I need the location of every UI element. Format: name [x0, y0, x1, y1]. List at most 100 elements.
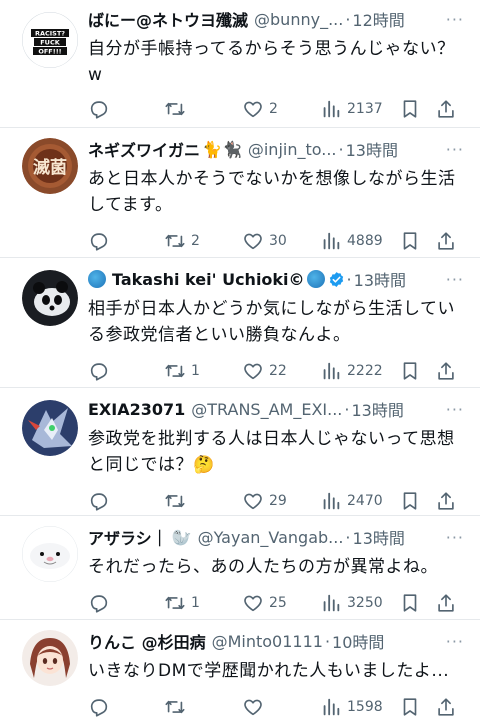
tweet[interactable]: アザラシ｜ 🦭 @Yayan_Vangab... · 13時間 ··· それだっ…: [0, 516, 480, 620]
user-handle[interactable]: @bunny_...: [254, 10, 343, 29]
tweet[interactable]: 滅菌 ネギズワイガニ 🐈🐈‍⬛ @injin_to... · 13時間 ··· …: [0, 128, 480, 258]
bookmark-button[interactable]: [399, 588, 421, 618]
user-handle[interactable]: @Minto01111: [212, 632, 323, 651]
timestamp[interactable]: 13時間: [351, 397, 403, 421]
like-count: 25: [269, 595, 287, 611]
tweet-header: りんこ @杉田病 @Minto01111 · 10時間 ···: [88, 629, 464, 653]
display-name[interactable]: ばにー@ネトウヨ殲滅: [88, 7, 248, 31]
timestamp[interactable]: 12時間: [352, 7, 404, 31]
more-options-icon[interactable]: ···: [440, 632, 464, 651]
bookmark-icon: [403, 594, 417, 612]
user-handle[interactable]: @injin_to...: [248, 140, 337, 159]
like-button[interactable]: 30: [242, 226, 287, 256]
retweet-count: 1: [191, 595, 200, 611]
like-count: 30: [269, 233, 287, 249]
share-button[interactable]: [435, 94, 457, 124]
views-button[interactable]: 3250: [320, 588, 383, 618]
share-icon: [438, 492, 454, 510]
display-name[interactable]: アザラシ｜: [88, 525, 168, 549]
tweet-text: 相手が日本人かどうか気にしながら生活している参政党信者といい勝負なんよ。: [88, 299, 455, 345]
views-icon: [323, 362, 340, 380]
retweet-icon: [165, 700, 185, 714]
bookmark-button[interactable]: [399, 94, 421, 124]
share-button[interactable]: [435, 588, 457, 618]
tweet-text-content: 参政党を批判する人は日本人じゃないって思想と同じでは？: [88, 429, 455, 475]
display-name[interactable]: ネギズワイガニ: [88, 137, 200, 161]
bookmark-button[interactable]: [399, 486, 421, 516]
user-handle[interactable]: @Yayan_Vangab...: [198, 528, 344, 547]
timestamp[interactable]: 13時間: [353, 525, 405, 549]
anime-girl-avatar[interactable]: [22, 630, 78, 686]
like-button[interactable]: 22: [242, 356, 287, 386]
share-icon: [438, 698, 454, 716]
views-button[interactable]: 2470: [320, 486, 383, 516]
reply-button[interactable]: [88, 94, 115, 124]
reply-icon: [90, 595, 108, 613]
tweet-text: それだったら、あの人たちの方が異常よね。: [88, 557, 438, 577]
retweet-icon: [165, 364, 185, 378]
reply-button[interactable]: [88, 692, 115, 722]
views-button[interactable]: 2137: [320, 94, 383, 124]
retweet-button[interactable]: 2: [164, 226, 200, 256]
views-icon: [323, 594, 340, 612]
retweet-icon: [165, 234, 185, 248]
tweet-text: 参政党を批判する人は日本人じゃないって思想と同じでは？🤔: [88, 426, 464, 478]
reply-icon: [90, 493, 108, 511]
tweet[interactable]: EXIA23071 @TRANS_AM_EXI... · 13時間 ··· 参政…: [0, 388, 480, 516]
like-button[interactable]: 2: [242, 94, 278, 124]
reply-button[interactable]: [88, 588, 115, 618]
user-handle[interactable]: @TRANS_AM_EXI...: [191, 400, 342, 419]
reply-button[interactable]: [88, 356, 115, 386]
more-options-icon[interactable]: ···: [440, 270, 464, 289]
like-button[interactable]: 29: [242, 486, 287, 516]
timestamp[interactable]: 13時間: [354, 267, 406, 291]
reply-button[interactable]: [88, 486, 115, 516]
views-button[interactable]: 4889: [320, 226, 383, 256]
view-count: 2470: [347, 493, 383, 509]
bookmark-button[interactable]: [399, 226, 421, 256]
panda-avatar[interactable]: [22, 270, 78, 326]
retweet-button[interactable]: [164, 692, 191, 722]
display-name[interactable]: りんこ @杉田病: [88, 629, 206, 653]
retweet-button[interactable]: 1: [164, 588, 200, 618]
globe-icon: [306, 270, 325, 288]
avatar-text: RACIST?: [35, 30, 65, 38]
views-button[interactable]: 1598: [320, 692, 383, 722]
tweet[interactable]: Takashi kei' Uchioki© · 13時間 ··· 相手が日本人か…: [0, 258, 480, 388]
reply-button[interactable]: [88, 226, 115, 256]
share-button[interactable]: [435, 486, 457, 516]
bookmark-button[interactable]: [399, 356, 421, 386]
more-options-icon[interactable]: ···: [440, 10, 464, 29]
retweet-button[interactable]: [164, 486, 191, 516]
gundam-avatar[interactable]: [22, 400, 78, 456]
avatar-text: FUCK: [40, 39, 60, 47]
more-options-icon[interactable]: ···: [440, 400, 464, 419]
more-options-icon[interactable]: ···: [440, 528, 464, 547]
metsukin-avatar[interactable]: 滅菌: [22, 138, 78, 194]
more-options-icon[interactable]: ···: [440, 140, 464, 159]
share-icon: [438, 594, 454, 612]
display-name[interactable]: EXIA23071: [88, 400, 185, 419]
share-button[interactable]: [435, 226, 457, 256]
bookmark-button[interactable]: [399, 692, 421, 722]
share-button[interactable]: [435, 692, 457, 722]
seal-avatar[interactable]: [22, 526, 78, 582]
retweet-button[interactable]: 1: [164, 356, 200, 386]
retweet-button[interactable]: [164, 94, 191, 124]
tweet[interactable]: りんこ @杉田病 @Minto01111 · 10時間 ··· いきなりDMで学…: [0, 620, 480, 722]
tweet[interactable]: RACIST? FUCK OFF!!! ばにー@ネトウヨ殲滅 @bunny_..…: [0, 0, 480, 128]
racist-fuck-off-avatar[interactable]: RACIST? FUCK OFF!!!: [22, 12, 78, 68]
views-button[interactable]: 2222: [320, 356, 383, 386]
bookmark-icon: [403, 232, 417, 250]
heart-icon: [244, 101, 262, 118]
views-icon: [323, 232, 340, 250]
like-count: 22: [269, 363, 287, 379]
share-button[interactable]: [435, 356, 457, 386]
display-name[interactable]: Takashi kei' Uchioki©: [112, 270, 305, 289]
like-button[interactable]: [242, 692, 269, 722]
timestamp[interactable]: 13時間: [346, 137, 398, 161]
avatar-text: 滅菌: [33, 157, 67, 178]
like-button[interactable]: 25: [242, 588, 287, 618]
view-count: 3250: [347, 595, 383, 611]
timestamp[interactable]: 10時間: [332, 629, 384, 653]
